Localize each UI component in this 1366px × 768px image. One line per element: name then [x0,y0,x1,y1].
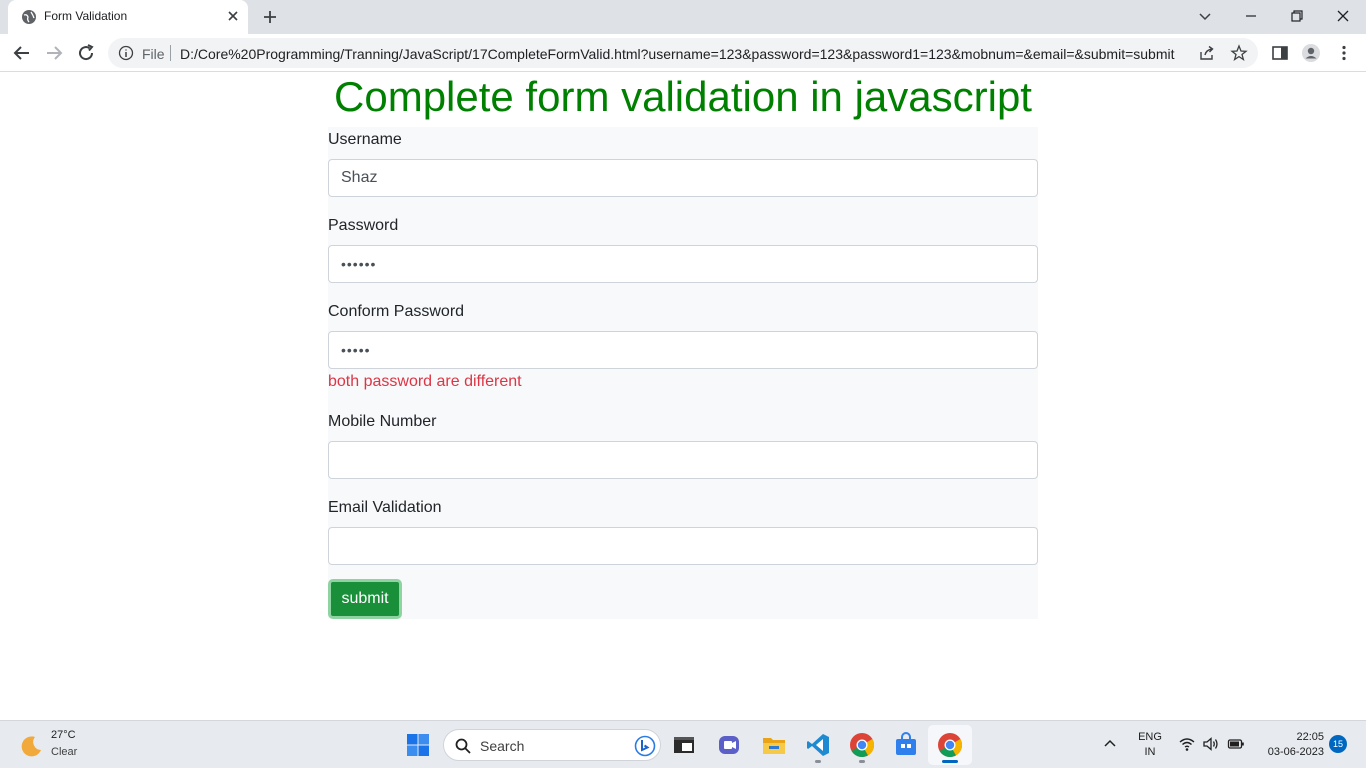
restore-icon[interactable] [1284,4,1310,28]
info-icon[interactable] [118,45,134,61]
confirm-password-input[interactable]: ••••• [328,331,1038,369]
file-explorer-icon[interactable] [760,731,788,759]
clock-time: 22:05 [1296,731,1324,743]
language-indicator[interactable]: ENG IN [1136,730,1164,760]
vscode-icon[interactable] [804,731,832,759]
mobile-number-input[interactable] [328,441,1038,479]
notification-badge[interactable]: 15 [1329,735,1347,753]
vscode-running-indicator [815,760,821,763]
weather-temperature: 27°C [51,729,76,741]
tab-strip: Form Validation [0,0,1366,34]
close-tab-icon[interactable] [224,7,242,25]
active-app-indicator [942,760,958,763]
email-input[interactable] [328,527,1038,565]
terminal-icon[interactable] [670,731,698,759]
browser-toolbar: File D:/Core%20Programming/Tranning/Java… [0,34,1366,72]
moon-weather-icon[interactable] [18,733,44,759]
validation-form: Username Shaz Password •••••• Conform Pa… [328,127,1038,619]
chrome-icon[interactable] [848,731,876,759]
password-label: Password [328,217,399,234]
close-window-icon[interactable] [1330,4,1356,28]
address-divider [170,45,171,61]
new-tab-icon[interactable] [260,7,280,27]
tab-search-chevron-icon[interactable] [1192,4,1218,28]
bing-icon[interactable] [634,735,656,757]
language-region: IN [1144,746,1156,758]
search-placeholder: Search [480,738,525,754]
share-icon[interactable] [1198,44,1216,62]
page-heading: Complete form validation in javascript [334,73,1032,120]
store-icon[interactable] [892,731,920,759]
chrome-running-indicator [859,760,865,763]
teams-chat-icon[interactable] [715,731,743,759]
username-label: Username [328,131,402,148]
wifi-icon[interactable] [1178,735,1196,753]
weather-condition: Clear [51,746,78,758]
url-text[interactable]: D:/Core%20Programming/Tranning/JavaScrip… [180,46,1190,62]
password-input[interactable]: •••••• [328,245,1038,283]
submit-button[interactable]: submit [328,579,402,619]
windows-taskbar: 27°C Clear Search ENG IN 22:05 03-06-202… [0,720,1366,768]
password-mismatch-error: both password are different [328,373,522,390]
chrome-active-icon[interactable] [936,731,964,759]
username-input[interactable]: Shaz [328,159,1038,197]
taskbar-search-box[interactable]: Search [443,729,661,761]
search-icon [455,738,471,754]
minimize-icon[interactable] [1238,4,1264,28]
email-label: Email Validation [328,499,442,516]
language-code: ENG [1138,731,1162,743]
tab-form-validation[interactable]: Form Validation [8,0,248,34]
clock-date: 03-06-2023 [1267,746,1324,758]
mobile-number-label: Mobile Number [328,413,437,430]
forward-arrow-icon[interactable] [42,41,66,65]
globe-icon [22,10,36,24]
start-icon[interactable] [404,731,432,759]
clock[interactable]: 22:05 03-06-2023 [1256,730,1324,760]
back-arrow-icon[interactable] [10,41,34,65]
file-scheme-label: File [142,46,165,62]
battery-icon[interactable] [1227,735,1245,753]
page-viewport: Complete form validation in javascript U… [0,73,1366,720]
bookmark-star-icon[interactable] [1230,44,1248,62]
tab-title: Form Validation [44,9,128,23]
chevron-up-icon[interactable] [1102,736,1118,752]
profile-avatar-icon[interactable] [1301,43,1321,63]
address-bar[interactable]: File D:/Core%20Programming/Tranning/Java… [108,38,1258,68]
side-panel-icon[interactable] [1270,43,1290,63]
reload-icon[interactable] [74,41,98,65]
kebab-menu-icon[interactable] [1334,43,1354,63]
confirm-password-label: Conform Password [328,303,465,320]
volume-icon[interactable] [1202,735,1220,753]
